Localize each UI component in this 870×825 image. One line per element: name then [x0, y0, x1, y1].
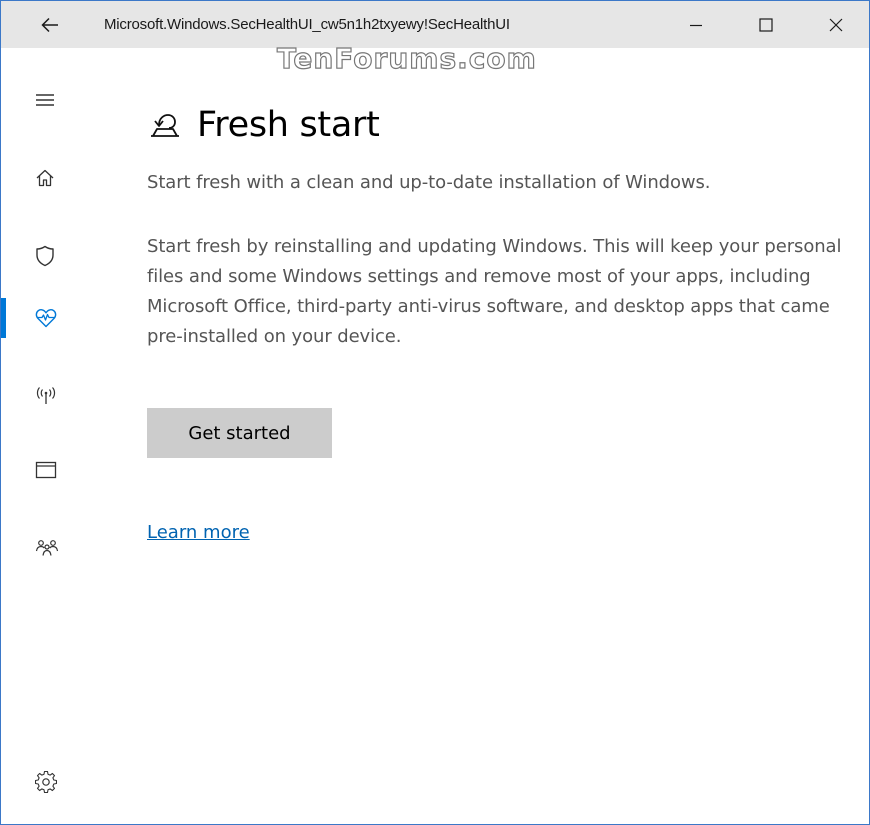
wireless-network-icon — [36, 387, 56, 404]
arrow-left-icon — [40, 17, 58, 32]
learn-more-link[interactable]: Learn more — [147, 522, 250, 543]
window-title: Microsoft.Windows.SecHealthUI_cw5n1h2txy… — [104, 16, 510, 33]
maximize-button[interactable] — [731, 1, 801, 48]
minimize-button[interactable] — [661, 1, 731, 48]
minimize-icon — [690, 24, 702, 26]
sidebar-item-virus-protection[interactable] — [1, 228, 101, 284]
close-icon — [829, 18, 843, 31]
selected-indicator — [1, 298, 6, 338]
watermark: TenForums.com — [276, 42, 537, 75]
sidebar-item-app-browser[interactable] — [1, 442, 101, 498]
title-bar: Microsoft.Windows.SecHealthUI_cw5n1h2txy… — [1, 1, 869, 73]
app-window: Microsoft.Windows.SecHealthUI_cw5n1h2txy… — [0, 0, 870, 825]
sidebar-item-family-options[interactable] — [1, 520, 101, 576]
page-title: Fresh start — [197, 105, 380, 145]
page-description: Start fresh by reinstalling and updating… — [147, 236, 842, 347]
sidebar-item-firewall-network[interactable] — [1, 368, 101, 424]
sidebar-item-settings[interactable] — [1, 754, 101, 810]
sidebar-item-home[interactable] — [1, 150, 101, 206]
close-button[interactable] — [801, 1, 869, 48]
hamburger-menu-icon — [36, 94, 54, 106]
sidebar-item-device-health[interactable] — [1, 290, 101, 346]
family-icon — [35, 540, 59, 556]
gear-icon — [35, 771, 57, 793]
sidebar — [1, 68, 101, 824]
back-button[interactable] — [1, 1, 98, 48]
maximize-icon — [759, 17, 773, 32]
shield-icon — [36, 245, 54, 267]
heart-health-icon — [35, 309, 57, 328]
fresh-start-icon — [151, 114, 179, 137]
get-started-button[interactable]: Get started — [147, 408, 332, 458]
page-header: Fresh start — [147, 100, 380, 150]
page-subtitle: Start fresh with a clean and up-to-date … — [147, 172, 711, 193]
app-browser-icon — [35, 461, 57, 479]
hamburger-menu-button[interactable] — [1, 72, 101, 128]
home-icon — [36, 169, 54, 187]
